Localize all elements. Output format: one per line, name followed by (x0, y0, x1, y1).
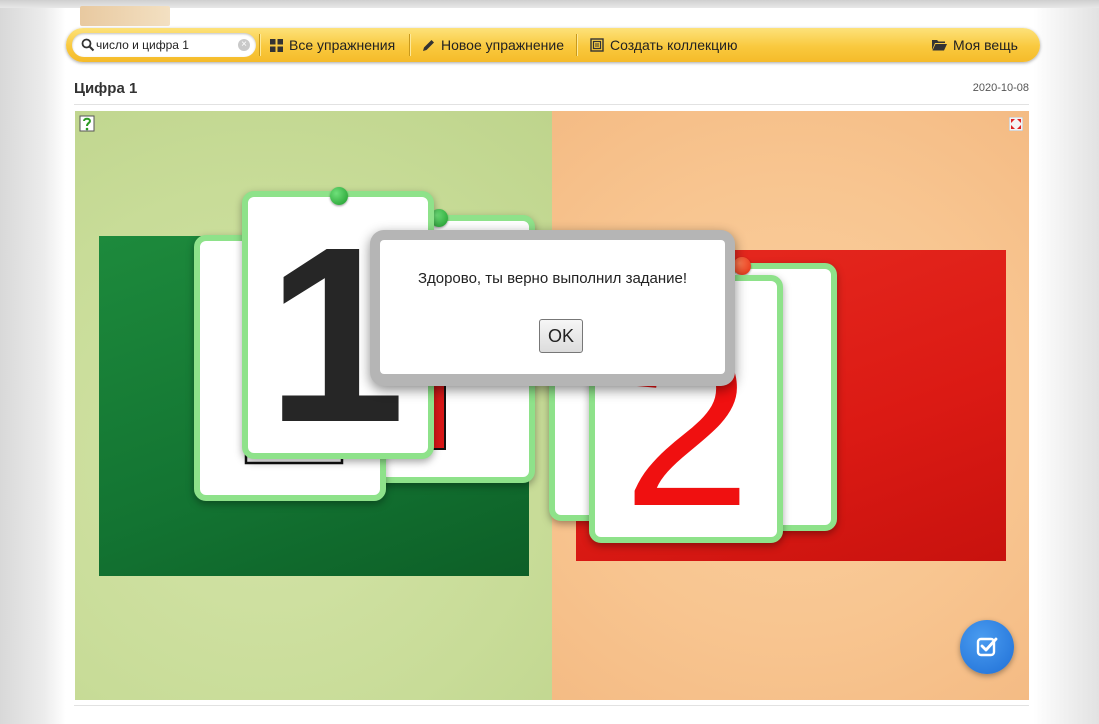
my-stuff-label: Моя вещь (953, 37, 1018, 53)
grid-icon (270, 38, 283, 52)
create-collection-button[interactable]: Создать коллекцию (590, 28, 737, 62)
check-square-icon (976, 637, 998, 657)
search-icon (81, 38, 95, 52)
pencil-icon (423, 39, 434, 51)
page-title: Цифра 1 (74, 80, 138, 97)
page-date: 2020-10-08 (972, 82, 1029, 94)
dialog-body: Здорово, ты верно выполнил задание! OK (380, 240, 725, 374)
new-exercise-button[interactable]: Новое упражнение (422, 28, 564, 62)
divider (74, 705, 1029, 706)
toolbar-separator (259, 34, 260, 56)
card-pin (733, 257, 751, 275)
dialog-message: Здорово, ты верно выполнил задание! (417, 270, 688, 287)
new-exercise-label: Новое упражнение (441, 37, 565, 53)
all-exercises-button[interactable]: Все упражнения (270, 28, 395, 62)
search-box[interactable]: × (72, 33, 256, 57)
fullscreen-icon[interactable] (1009, 117, 1023, 131)
ok-button[interactable]: OK (539, 319, 583, 353)
all-exercises-label: Все упражнения (289, 37, 396, 53)
my-stuff-button[interactable]: Моя вещь (932, 28, 1018, 62)
result-dialog: Здорово, ты верно выполнил задание! OK (370, 230, 735, 386)
collection-icon (590, 38, 604, 52)
card-pin (330, 187, 348, 205)
folder-icon (932, 40, 947, 51)
divider (74, 104, 1029, 105)
search-input[interactable] (96, 35, 226, 55)
create-collection-label: Создать коллекцию (610, 37, 738, 53)
toolbar-separator (576, 34, 577, 56)
check-answer-button[interactable] (960, 620, 1014, 674)
clear-search-icon[interactable]: × (238, 39, 250, 51)
site-logo[interactable] (80, 6, 170, 26)
toolbar-separator (409, 34, 410, 56)
exercise-stage: 1 2 (75, 111, 1029, 700)
main-toolbar: × Все упражнения Новое упражнение Создат… (66, 28, 1040, 62)
help-question-icon[interactable] (79, 115, 97, 133)
